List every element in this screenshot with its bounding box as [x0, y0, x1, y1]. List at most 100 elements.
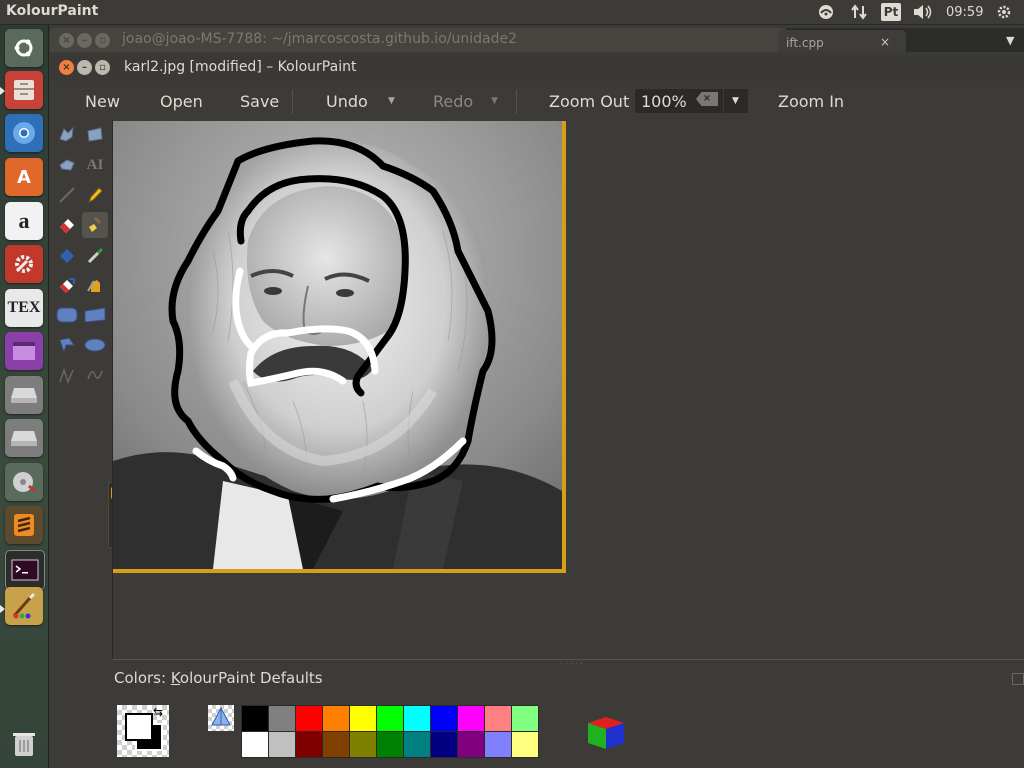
pen-tool-icon[interactable] — [82, 182, 108, 208]
tex-icon[interactable]: TEX — [5, 289, 43, 327]
palette-swatch[interactable] — [485, 706, 511, 731]
rounded-rectangle-icon[interactable] — [54, 302, 80, 328]
sublime-icon[interactable] — [5, 506, 43, 544]
close-icon[interactable]: × — [59, 60, 74, 75]
polygon-icon[interactable] — [54, 332, 80, 358]
brush-icon[interactable] — [82, 212, 108, 238]
palette-swatch[interactable] — [323, 706, 349, 731]
close-icon[interactable]: × — [59, 33, 74, 48]
maximize-icon[interactable]: ▫ — [95, 60, 110, 75]
new-button[interactable]: New — [85, 92, 120, 111]
color-cube-icon[interactable] — [586, 711, 626, 751]
background-window-title: joao@joao-MS-7788: ~/jmarcoscosta.github… — [122, 31, 517, 47]
power-gear-icon[interactable] — [996, 2, 1012, 22]
keyboard-layout-indicator[interactable]: Pt — [881, 3, 901, 21]
zoom-level-input[interactable]: 100% — [641, 92, 687, 111]
window-title: karl2.jpg [modified] – KolourPaint — [124, 59, 357, 75]
color-palette — [241, 705, 539, 758]
save-button[interactable]: Save — [240, 92, 279, 111]
palette-swatch[interactable] — [512, 706, 538, 731]
network-icon[interactable] — [818, 2, 834, 22]
undo-dropdown-arrow-icon[interactable]: ▼ — [388, 96, 395, 106]
foreground-color-swatch[interactable] — [125, 713, 153, 741]
swap-colors-icon[interactable]: ⇆ — [153, 705, 163, 719]
eraser-icon[interactable] — [54, 212, 80, 238]
window-titlebar[interactable]: × – ▫ karl2.jpg [modified] – KolourPaint — [50, 55, 1024, 81]
drive-icon[interactable] — [5, 376, 43, 414]
ubuntu-logo-icon[interactable] — [5, 29, 43, 67]
amazon-icon[interactable]: a — [5, 202, 43, 240]
colors-label: Colors: KolourPaint Defaults — [114, 669, 323, 687]
palette-swatch[interactable] — [269, 732, 295, 757]
color-picker-icon[interactable] — [82, 242, 108, 268]
trash-icon[interactable] — [5, 725, 43, 763]
text-tool-icon[interactable]: AI — [82, 152, 108, 178]
rectangle-icon[interactable] — [82, 302, 108, 328]
terminal-icon[interactable] — [5, 550, 45, 590]
tab-close-icon[interactable]: × — [880, 35, 890, 49]
rectangle-select-icon[interactable] — [82, 122, 108, 148]
polyline-icon[interactable] — [54, 362, 80, 388]
ellipse-select-icon[interactable] — [54, 152, 80, 178]
disk-icon[interactable] — [5, 463, 43, 501]
toolbar-separator — [516, 90, 517, 114]
color-eraser-icon[interactable] — [54, 272, 80, 298]
open-button[interactable]: Open — [160, 92, 203, 111]
palette-swatch[interactable] — [350, 732, 376, 757]
resize-grip[interactable]: · · · · · — [560, 659, 583, 668]
palette-swatch[interactable] — [377, 706, 403, 731]
background-tab-label[interactable]: ift.cpp — [786, 36, 824, 50]
foreground-background-swatch[interactable]: ⇆ — [117, 705, 169, 757]
colors-label-prefix: Colors: — [114, 669, 171, 687]
palette-swatch[interactable] — [458, 706, 484, 731]
portrait-drawing[interactable] — [113, 121, 562, 569]
palette-swatch[interactable] — [458, 732, 484, 757]
ellipse-icon[interactable] — [82, 332, 108, 358]
chevron-down-icon[interactable]: ▼ — [732, 96, 739, 106]
palette-swatch[interactable] — [431, 732, 457, 757]
palette-swatch[interactable] — [404, 706, 430, 731]
tab-list-arrow-icon[interactable]: ▼ — [1006, 34, 1014, 47]
minimize-icon[interactable]: – — [77, 33, 92, 48]
settings-icon[interactable] — [5, 245, 43, 283]
palette-swatch[interactable] — [242, 706, 268, 731]
palette-swatch[interactable] — [296, 732, 322, 757]
palette-swatch[interactable] — [377, 732, 403, 757]
main-toolbar: New Open Save Undo ▼ Redo ▼ Zoom Out 100… — [50, 82, 1024, 120]
speaker-icon[interactable] — [912, 2, 934, 22]
clock[interactable]: 09:59 — [946, 2, 983, 22]
kolourpaint-icon[interactable] — [5, 587, 43, 625]
palette-swatch[interactable] — [350, 706, 376, 731]
window-icon[interactable] — [5, 332, 43, 370]
tool-box: AI — [54, 120, 112, 550]
redo-dropdown-arrow-icon: ▼ — [491, 96, 498, 106]
zoom-in-button[interactable]: Zoom In — [778, 92, 844, 111]
curve-icon[interactable] — [82, 362, 108, 388]
palette-swatch[interactable] — [296, 706, 322, 731]
palette-swatch[interactable] — [485, 732, 511, 757]
palette-swatch[interactable] — [242, 732, 268, 757]
maximize-icon[interactable]: ▫ — [95, 33, 110, 48]
shopping-bag-icon[interactable]: A — [5, 158, 43, 196]
image-canvas[interactable] — [113, 121, 566, 573]
transfer-arrows-icon[interactable] — [850, 2, 868, 22]
resize-grip-icon[interactable] — [1012, 673, 1024, 685]
colors-label-name: olourPaint Defaults — [179, 669, 323, 687]
undo-button[interactable]: Undo — [326, 92, 368, 111]
palette-swatch[interactable] — [323, 732, 349, 757]
flood-fill-icon[interactable] — [54, 242, 80, 268]
zoom-out-button[interactable]: Zoom Out — [549, 92, 629, 111]
transparent-color-icon[interactable] — [208, 705, 234, 731]
minimize-icon[interactable]: – — [77, 60, 92, 75]
line-tool-icon[interactable] — [54, 182, 80, 208]
browser-icon[interactable] — [5, 114, 43, 152]
file-cabinet-icon[interactable] — [5, 71, 43, 109]
palette-swatch[interactable] — [269, 706, 295, 731]
free-form-select-icon[interactable] — [54, 122, 80, 148]
palette-swatch[interactable] — [512, 732, 538, 757]
palette-swatch[interactable] — [404, 732, 430, 757]
drive-icon[interactable] — [5, 419, 43, 457]
kolourpaint-window: × – ▫ karl2.jpg [modified] – KolourPaint… — [50, 55, 1024, 768]
palette-swatch[interactable] — [431, 706, 457, 731]
spraycan-icon[interactable] — [82, 272, 108, 298]
